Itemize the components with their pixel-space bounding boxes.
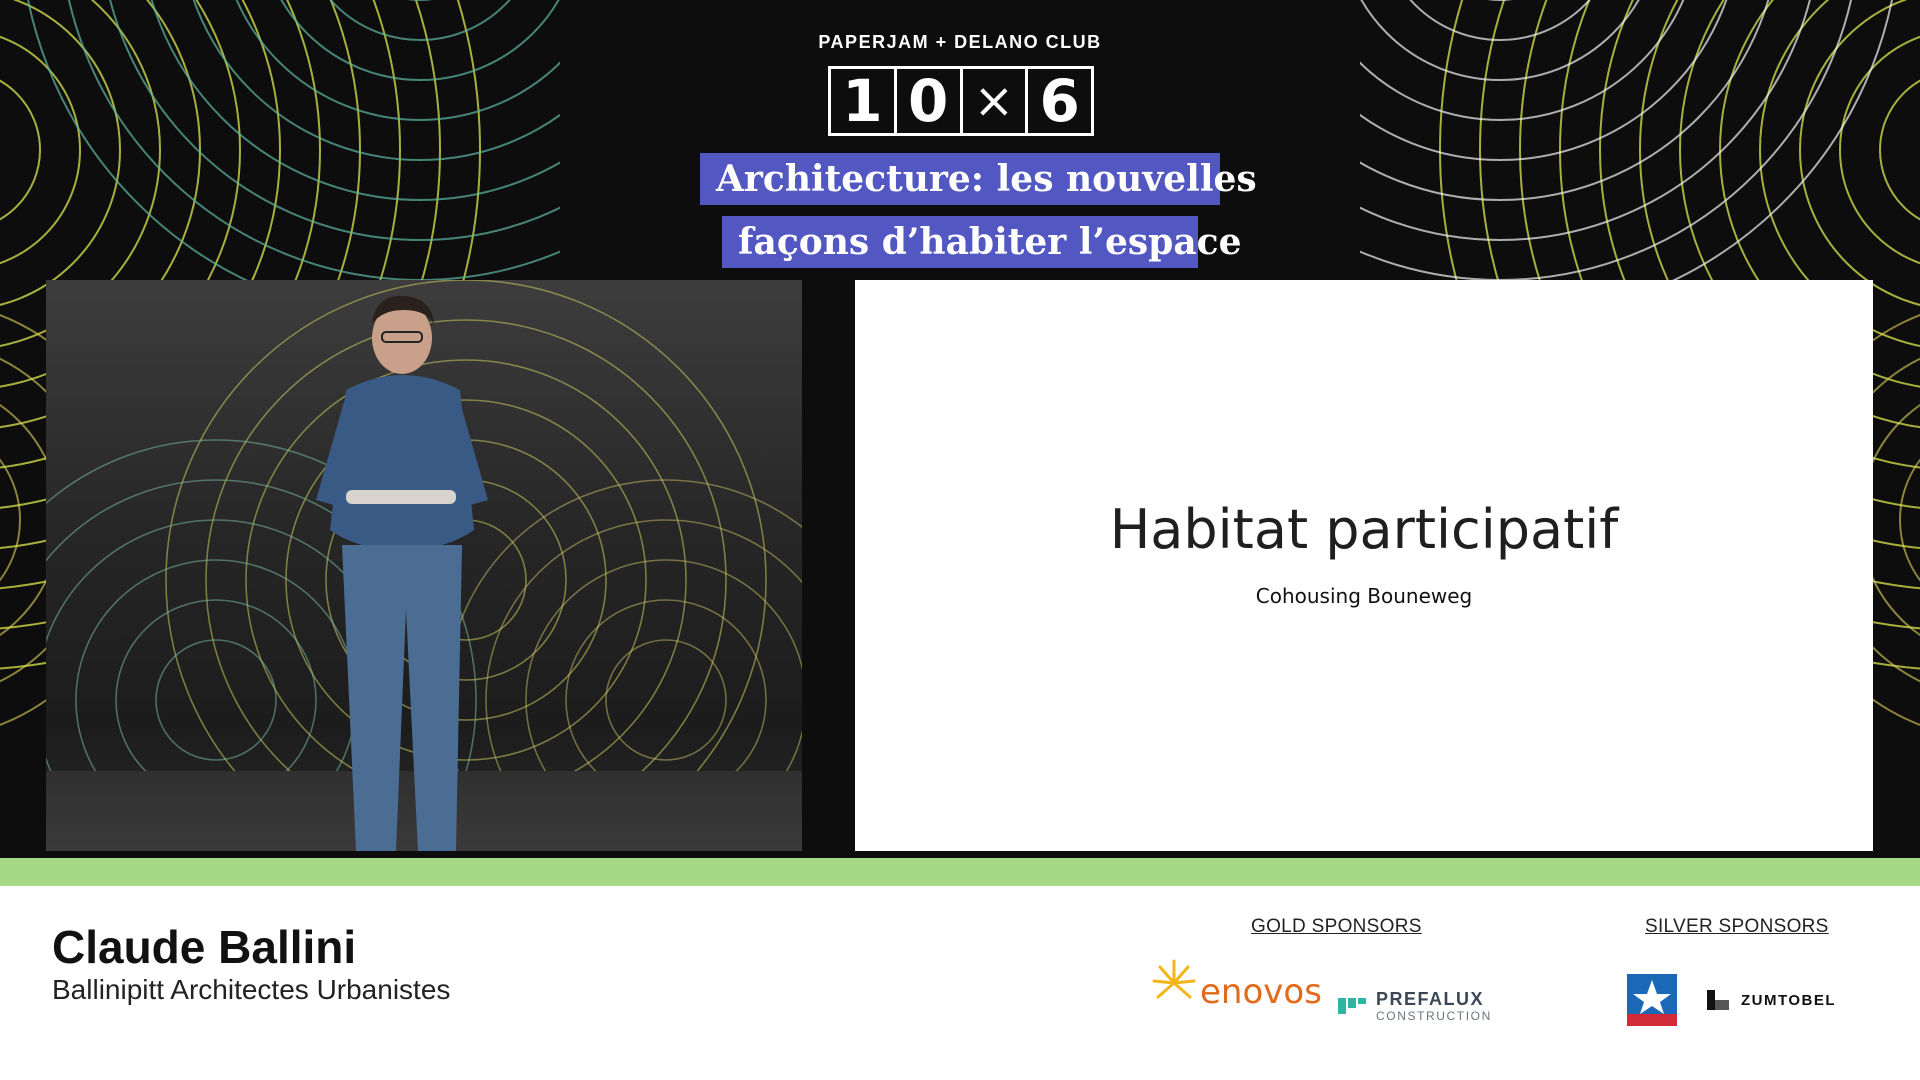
prefalux-mark-icon [1338,998,1366,1014]
enovos-wordmark: enovos [1200,972,1322,1012]
lower-third: Claude Ballini Ballinipitt Architectes U… [0,886,1920,1080]
gold-sponsors-heading: GOLD SPONSORS [1251,916,1422,937]
prefalux-wordmark: PREFALUX [1376,989,1485,1009]
presentation-slide: Habitat participatif Cohousing Bouneweg [855,280,1873,851]
event-logo-10x6: 1 0 × 6 [828,66,1094,136]
zumtobel-logo: ZUMTOBEL [1707,990,1836,1010]
event-title-line-2: façons d’habiter l’espace [722,216,1242,268]
logo-char: 0 [897,69,963,133]
zumtobel-wordmark: ZUMTOBEL [1741,991,1837,1009]
logo-char: 1 [831,69,897,133]
logo-char: 6 [1039,67,1080,135]
zumtobel-mark-icon [1707,990,1729,1010]
stage-area: PAPERJAM + DELANO CLUB 1 0 × 6 Architect… [0,0,1920,858]
event-header: PAPERJAM + DELANO CLUB 1 0 × 6 Architect… [0,0,1920,280]
speaker-name: Claude Ballini [52,921,357,973]
speaker-video-feed [46,280,802,851]
speaker-figure [316,295,488,851]
silver-sponsors-heading: SILVER SPONSORS [1645,916,1829,937]
event-title-line-1: Architecture: les nouvelles [700,153,1257,205]
logo-char: × [963,69,1029,133]
prefalux-logo: PREFALUX CONSTRUCTION [1338,990,1492,1022]
accent-bar [0,858,1920,886]
speaker-organization: Ballinipitt Architectes Urbanistes [52,974,451,1005]
slide-title: Habitat participatif [1109,498,1619,561]
enovos-logo: enovos [1150,954,1322,1012]
sun-rays-icon [1152,959,1196,999]
kinepolis-star-icon [1627,974,1677,1026]
slide-subtitle: Cohousing Bouneweg [1255,584,1473,608]
kinepolis-logo [1627,974,1677,1026]
prefalux-sub-wordmark: CONSTRUCTION [1376,1009,1492,1023]
club-label: PAPERJAM + DELANO CLUB [818,32,1102,52]
